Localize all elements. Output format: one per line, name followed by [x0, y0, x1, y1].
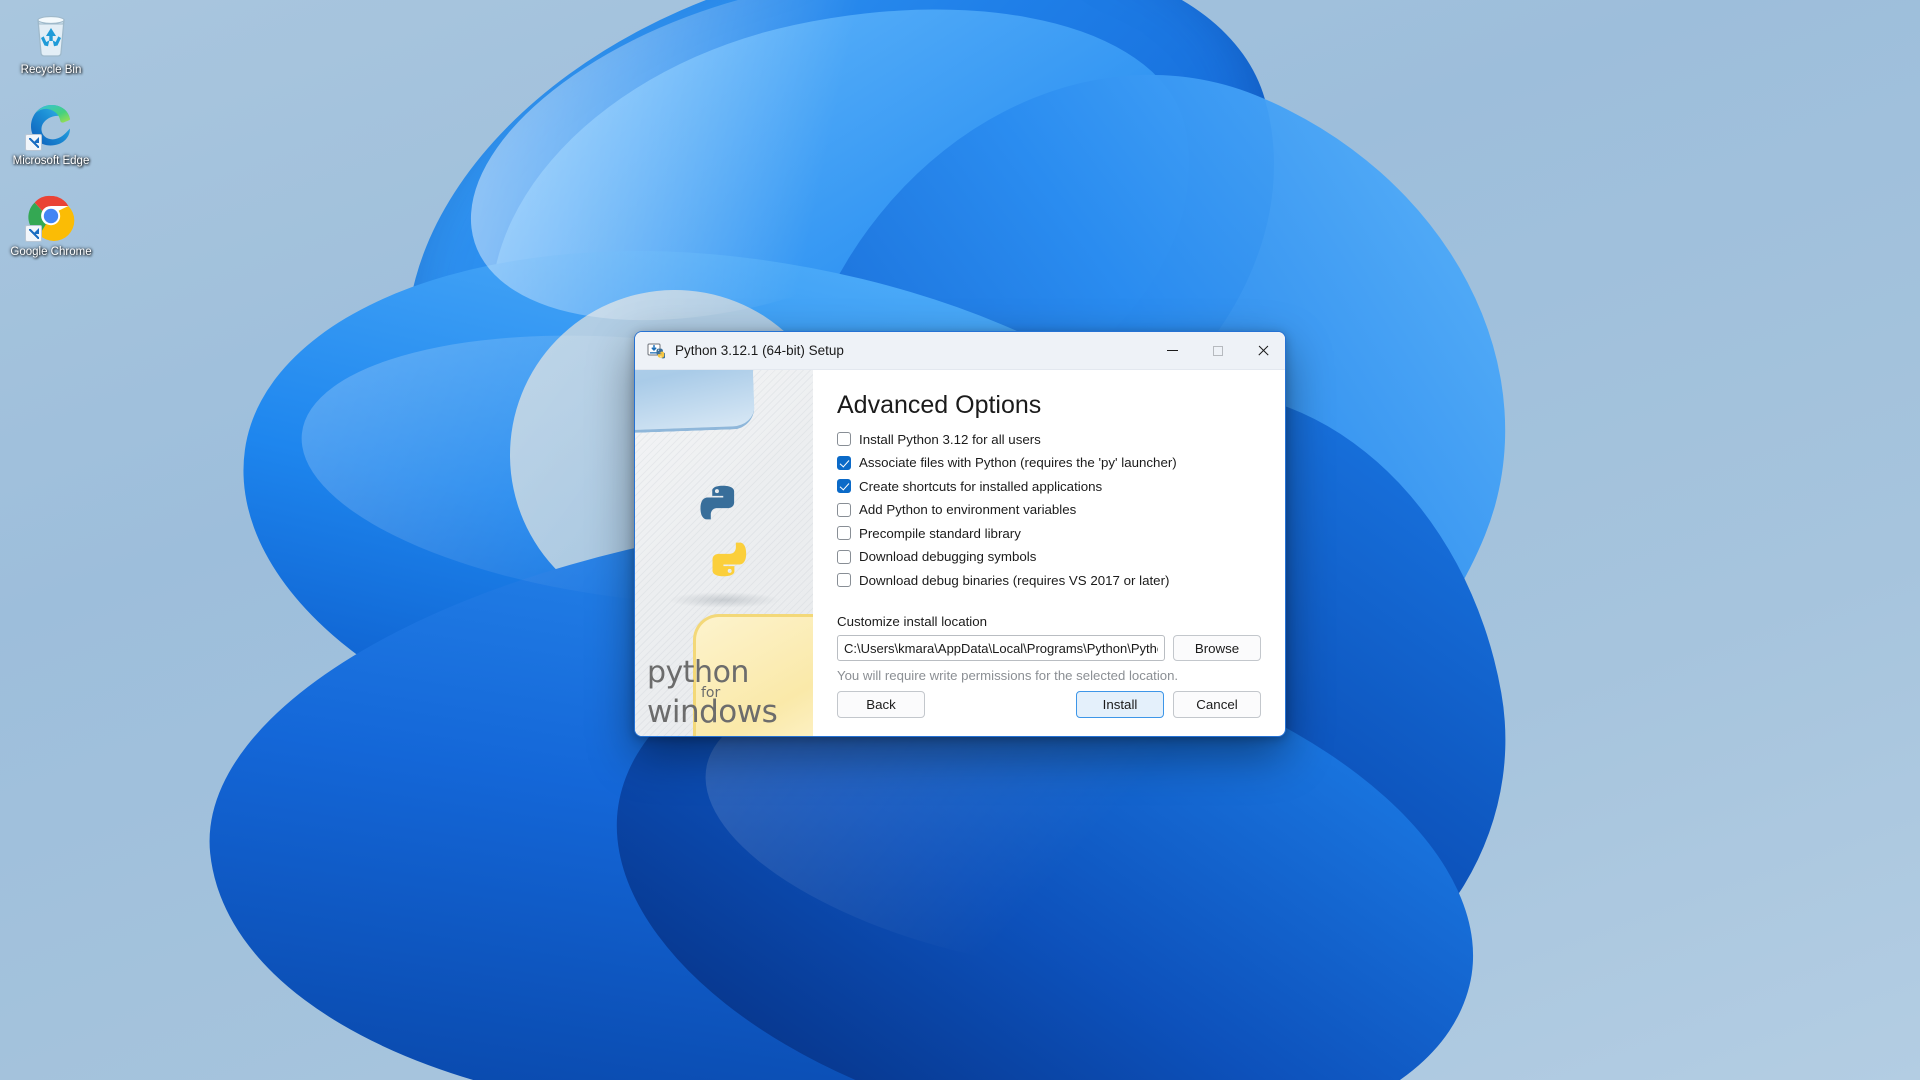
- option-download-debug-binaries[interactable]: Download debug binaries (requires VS 201…: [837, 573, 1261, 588]
- option-label: Download debug binaries (requires VS 201…: [859, 572, 1170, 588]
- desktop-icon-label: Google Chrome: [10, 246, 92, 258]
- install-location-hint: You will require write permissions for t…: [837, 668, 1179, 683]
- banner-wordmark: python for windows: [647, 655, 778, 730]
- install-location-section: Customize install location Browse You wi…: [837, 614, 1261, 683]
- page-title: Advanced Options: [837, 391, 1042, 419]
- close-button[interactable]: [1240, 332, 1285, 369]
- install-location-label: Customize install location: [837, 614, 988, 629]
- install-location-row: Browse: [837, 635, 1261, 661]
- desktop[interactable]: Recycle Bin Microsoft Edge Google Chrome…: [0, 0, 1920, 1080]
- checkbox-add-to-path[interactable]: [837, 502, 851, 517]
- checkbox-associate-files[interactable]: [837, 455, 851, 470]
- checkbox-download-debug-symbols[interactable]: [837, 549, 851, 564]
- shortcut-overlay-icon: [25, 225, 42, 242]
- desktop-icon-recycle-bin[interactable]: Recycle Bin: [8, 8, 94, 77]
- checkbox-install-for-all-users[interactable]: [837, 432, 851, 446]
- option-label: Create shortcuts for installed applicati…: [859, 478, 1103, 494]
- dialog-titlebar[interactable]: Python 3.12.1 (64-bit) Setup: [635, 332, 1285, 370]
- option-download-debug-symbols[interactable]: Download debugging symbols: [837, 549, 1261, 564]
- option-label: Precompile standard library: [859, 525, 1021, 541]
- dialog-body: python for windows Advanced Options Inst…: [635, 370, 1285, 736]
- setup-banner: python for windows: [635, 370, 813, 736]
- shortcut-overlay-icon: [25, 134, 42, 151]
- advanced-options-list: Install Python 3.12 for all users Associ…: [837, 432, 1261, 597]
- desktop-icon-label: Recycle Bin: [20, 64, 82, 76]
- google-chrome-icon: [25, 190, 77, 242]
- minimize-button[interactable]: [1150, 332, 1195, 369]
- install-button[interactable]: Install: [1076, 691, 1164, 718]
- option-label: Add Python to environment variables: [859, 502, 1077, 517]
- desktop-icon-google-chrome[interactable]: Google Chrome: [8, 190, 94, 259]
- maximize-button[interactable]: [1195, 332, 1240, 369]
- dialog-content: Advanced Options Install Python 3.12 for…: [813, 370, 1285, 736]
- option-install-for-all-users[interactable]: Install Python 3.12 for all users: [837, 432, 1261, 447]
- install-location-input[interactable]: [837, 635, 1165, 661]
- option-create-shortcuts[interactable]: Create shortcuts for installed applicati…: [837, 479, 1261, 494]
- maximize-icon: [1212, 345, 1223, 356]
- option-associate-files[interactable]: Associate files with Python (requires th…: [837, 455, 1261, 470]
- python-installer-icon: [647, 342, 666, 360]
- option-label: Associate files with Python (requires th…: [859, 455, 1177, 470]
- minimize-icon: [1167, 349, 1178, 352]
- recycle-bin-icon: [25, 8, 77, 60]
- python-logo-shadow: [668, 592, 780, 608]
- close-icon: [1257, 345, 1269, 357]
- desktop-icon-label: Microsoft Edge: [12, 155, 90, 167]
- banner-blue-shape: [635, 370, 756, 436]
- option-label: Download debugging symbols: [859, 549, 1037, 564]
- browse-button[interactable]: Browse: [1173, 635, 1261, 661]
- python-logo: [671, 478, 777, 584]
- wordmark-python: python: [647, 655, 749, 690]
- checkbox-precompile-stdlib[interactable]: [837, 526, 851, 540]
- option-precompile-stdlib[interactable]: Precompile standard library: [837, 526, 1261, 541]
- option-add-to-path[interactable]: Add Python to environment variables: [837, 502, 1261, 517]
- back-button[interactable]: Back: [837, 691, 925, 718]
- checkbox-create-shortcuts[interactable]: [837, 479, 851, 493]
- option-label: Install Python 3.12 for all users: [859, 431, 1041, 447]
- python-setup-dialog[interactable]: Python 3.12.1 (64-bit) Setup python for …: [634, 331, 1286, 737]
- microsoft-edge-icon: [25, 99, 77, 151]
- dialog-footer: Back Install Cancel: [837, 691, 1261, 736]
- cancel-button[interactable]: Cancel: [1173, 691, 1261, 718]
- checkbox-download-debug-binaries[interactable]: [837, 573, 851, 587]
- dialog-title: Python 3.12.1 (64-bit) Setup: [675, 343, 844, 358]
- desktop-icon-grid: Recycle Bin Microsoft Edge Google Chrome: [8, 8, 104, 281]
- desktop-icon-microsoft-edge[interactable]: Microsoft Edge: [8, 99, 94, 168]
- wordmark-windows: windows: [647, 694, 778, 730]
